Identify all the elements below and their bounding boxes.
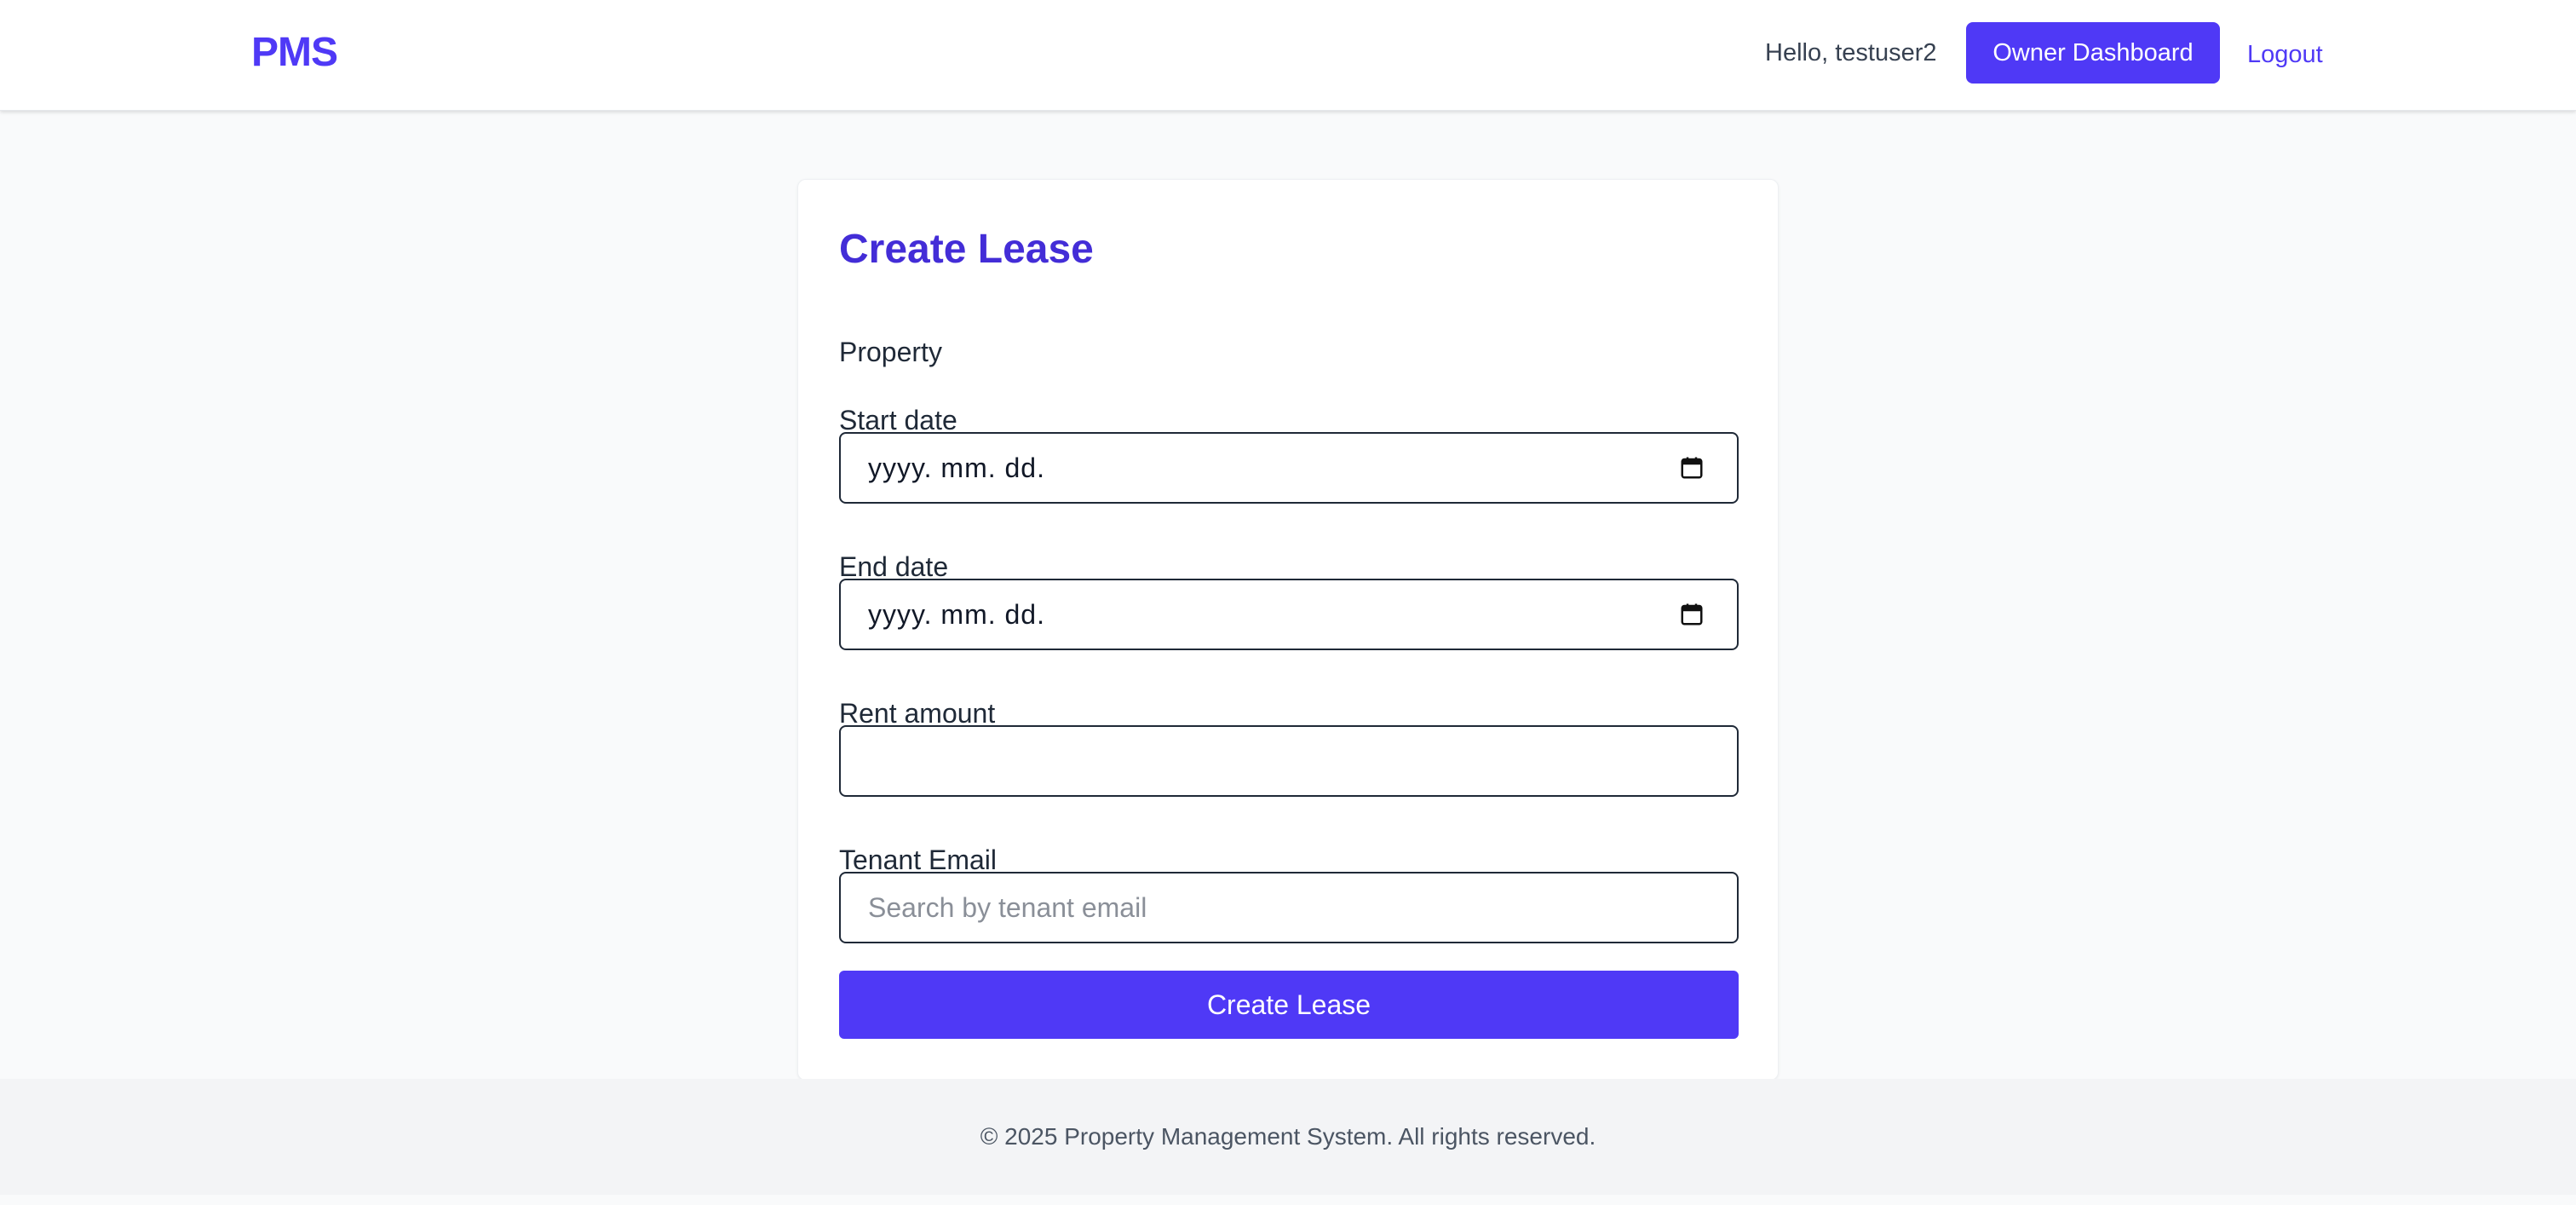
page-title: Create Lease	[839, 227, 1094, 272]
start-date-value: yyyy. mm. dd.	[868, 452, 1045, 483]
rent-amount-field[interactable]	[839, 725, 1739, 797]
end-date-value: yyyy. mm. dd.	[868, 598, 1045, 630]
app-logo[interactable]: PMS	[251, 26, 338, 80]
end-date-input[interactable]: yyyy. mm. dd.	[839, 579, 1739, 650]
top-navbar: PMS Hello, testuser2 Owner Dashboard Log…	[0, 0, 2576, 111]
property-label: Property	[839, 337, 942, 367]
user-greeting: Hello, testuser2	[1765, 39, 1937, 66]
owner-dashboard-button[interactable]: Owner Dashboard	[1966, 22, 2220, 84]
calendar-icon[interactable]	[1679, 602, 1705, 627]
page-footer: © 2025 Property Management System. All r…	[0, 1079, 2576, 1195]
tenant-email-input[interactable]	[868, 873, 1710, 942]
start-date-input[interactable]: yyyy. mm. dd.	[839, 432, 1739, 504]
create-lease-card: Create Lease Property Start date yyyy. m…	[797, 179, 1779, 1081]
create-lease-button[interactable]: Create Lease	[839, 971, 1739, 1039]
rent-amount-input[interactable]	[868, 727, 1710, 795]
footer-copyright: © 2025 Property Management System. All r…	[980, 1123, 1596, 1150]
calendar-icon[interactable]	[1679, 455, 1705, 481]
logout-link[interactable]: Logout	[2247, 37, 2323, 72]
tenant-email-field[interactable]	[839, 872, 1739, 943]
